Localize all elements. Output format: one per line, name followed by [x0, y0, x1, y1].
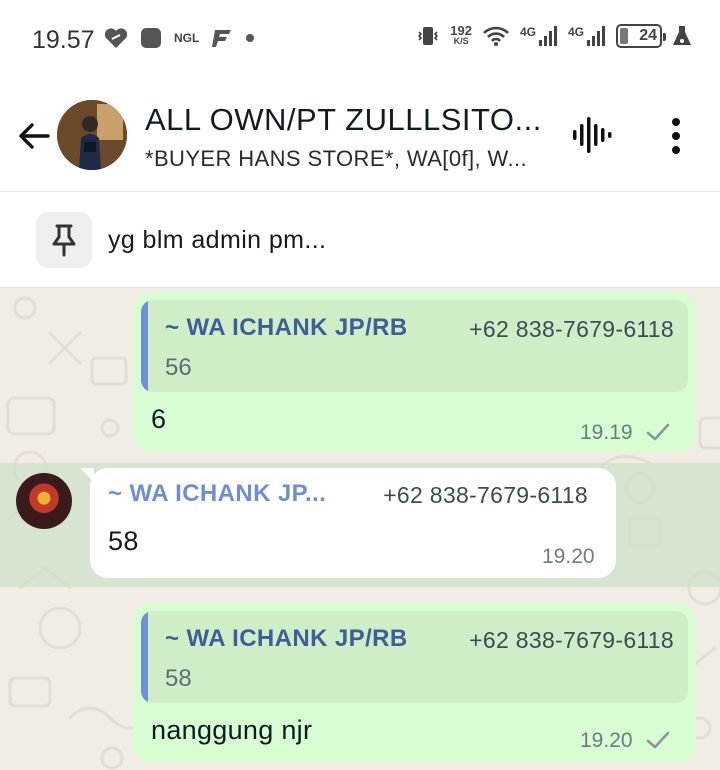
- status-time: 19.57: [32, 26, 95, 54]
- message-text: nanggung njr: [151, 715, 313, 745]
- chat-area[interactable]: ~ WA ICHANK JP/RB +62 838-7679-6118 56 6…: [0, 288, 720, 770]
- sender-phone: +62 838-7679-6118: [383, 482, 588, 508]
- chat-header: ALL OWN/PT ZULLLSITO... *BUYER HANS STOR…: [0, 80, 720, 192]
- wifi-icon: [483, 26, 509, 46]
- ngl-icon: NGL: [174, 31, 200, 45]
- status-right-icons: 192 K/S 4G 4G 24: [416, 24, 692, 48]
- message-text: 6: [151, 404, 167, 434]
- message-bubble-outgoing[interactable]: ~ WA ICHANK JP/RB +62 838-7679-6118 58 n…: [133, 603, 696, 763]
- ff-icon: [212, 30, 232, 47]
- sent-check-icon: [646, 731, 670, 749]
- message-time: 19.19: [580, 421, 633, 444]
- flask-icon: [673, 26, 691, 45]
- sender-name[interactable]: ~ WA ICHANK JP...: [108, 480, 326, 508]
- pin-icon: [52, 224, 76, 257]
- quoted-text: 56: [165, 354, 192, 381]
- chat-title[interactable]: ALL OWN/PT ZULLLSITO...: [145, 102, 542, 138]
- pin-icon-box: [36, 212, 92, 268]
- status-bar: 19.57 NGL 192 K/S 4G 4G 24: [0, 0, 720, 80]
- sender-avatar[interactable]: [16, 473, 72, 529]
- group-avatar[interactable]: [57, 100, 127, 170]
- voice-chat-icon[interactable]: [572, 113, 612, 157]
- quoted-sender-phone: +62 838-7679-6118: [469, 627, 674, 653]
- signal-group-1: 4G: [520, 25, 558, 47]
- quoted-message[interactable]: ~ WA ICHANK JP/RB +62 838-7679-6118 58: [141, 611, 688, 703]
- quoted-sender-name: ~ WA ICHANK JP/RB: [165, 314, 408, 341]
- quoted-message[interactable]: ~ WA ICHANK JP/RB +62 838-7679-6118 56: [141, 300, 688, 392]
- quoted-text: 58: [165, 665, 192, 692]
- chat-participants[interactable]: *BUYER HANS STORE*, WA[0f], W...: [145, 146, 527, 172]
- status-left-icons: NGL: [104, 27, 255, 49]
- network-speed: 192 K/S: [450, 23, 472, 46]
- message-bubble-outgoing[interactable]: ~ WA ICHANK JP/RB +62 838-7679-6118 56 6…: [133, 292, 696, 452]
- signal-icon: [538, 26, 557, 46]
- more-options-icon[interactable]: [661, 114, 691, 158]
- quoted-sender-phone: +62 838-7679-6118: [469, 316, 674, 342]
- network-type-label: 4G: [567, 25, 584, 39]
- battery-level: 24: [639, 27, 657, 44]
- signal-group-2: 4G: [568, 25, 606, 47]
- network-type-label: 4G: [519, 25, 536, 39]
- dot-icon: [246, 34, 255, 42]
- message-time: 19.20: [580, 729, 633, 752]
- battery-icon: 24: [616, 24, 666, 48]
- message-bubble-incoming[interactable]: ~ WA ICHANK JP... +62 838-7679-6118 58 1…: [90, 468, 616, 578]
- back-arrow-icon[interactable]: [14, 116, 54, 156]
- heart-badge-icon: [104, 28, 128, 48]
- square-icon: [141, 28, 161, 48]
- person-silhouette-icon: [57, 100, 127, 170]
- signal-icon: [587, 26, 605, 46]
- vibrate-icon: [418, 27, 439, 45]
- message-time: 19.20: [542, 545, 595, 568]
- pinned-message-text: yg blm admin pm...: [108, 226, 327, 254]
- quoted-sender-name: ~ WA ICHANK JP/RB: [165, 625, 408, 652]
- sent-check-icon: [646, 423, 670, 441]
- message-text: 58: [108, 526, 139, 556]
- pinned-message-bar[interactable]: yg blm admin pm...: [0, 192, 720, 288]
